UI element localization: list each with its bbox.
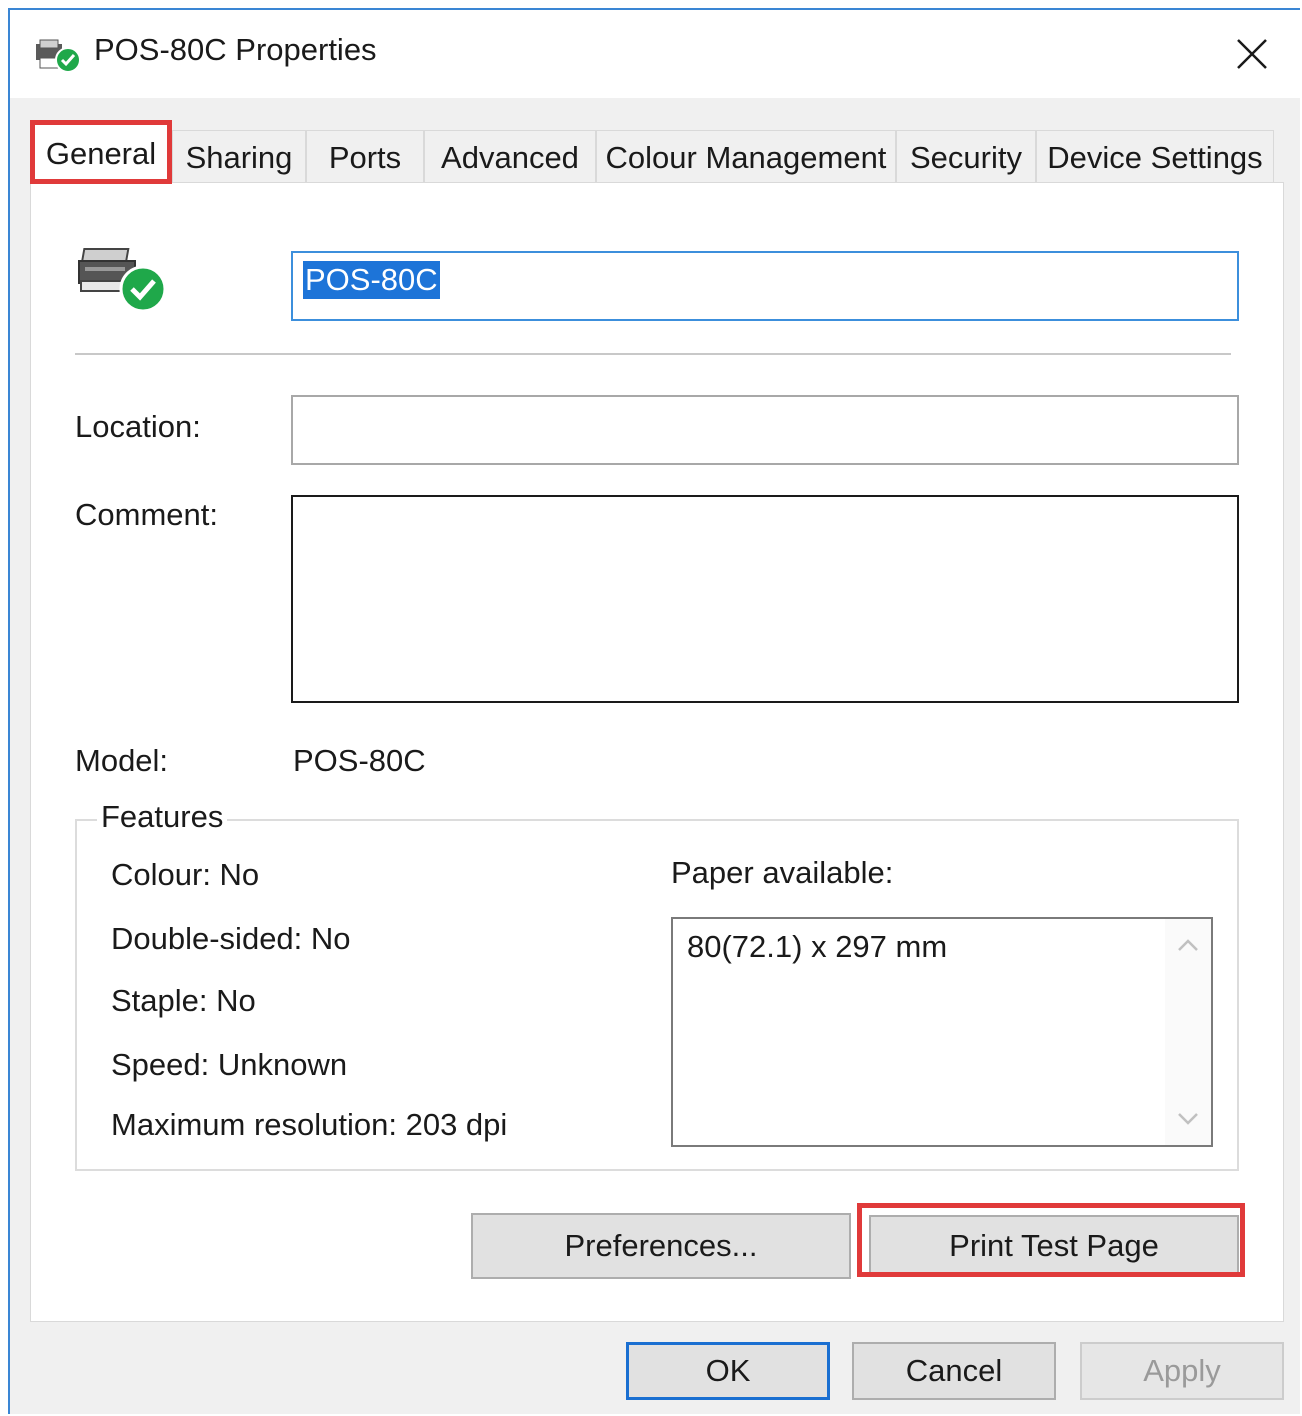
tab-device-settings[interactable]: Device Settings bbox=[1036, 130, 1274, 184]
chevron-up-icon bbox=[1178, 939, 1198, 951]
features-legend: Features bbox=[97, 799, 228, 835]
tab-colour-management[interactable]: Colour Management bbox=[596, 130, 896, 184]
cancel-button[interactable]: Cancel bbox=[852, 1342, 1056, 1400]
list-item[interactable]: 80(72.1) x 297 mm bbox=[687, 929, 947, 965]
location-input[interactable] bbox=[291, 395, 1239, 465]
close-button[interactable] bbox=[1222, 28, 1282, 80]
title-bar: POS-80C Properties bbox=[10, 10, 1300, 98]
preferences-button[interactable]: Preferences... bbox=[471, 1213, 851, 1279]
printer-name-value: POS-80C bbox=[303, 261, 440, 299]
divider bbox=[75, 353, 1231, 355]
location-label: Location: bbox=[75, 409, 201, 444]
general-panel: POS-80C Location: Comment: Model: POS-80… bbox=[30, 182, 1284, 1322]
close-icon bbox=[1237, 39, 1267, 69]
feature-double-sided: Double-sided: No bbox=[111, 921, 351, 956]
features-group: Features Colour: No Double-sided: No Sta… bbox=[75, 799, 1239, 1171]
scroll-up-button[interactable] bbox=[1165, 925, 1211, 965]
ok-button[interactable]: OK bbox=[626, 1342, 830, 1400]
printer-check-icon bbox=[36, 39, 81, 73]
print-test-page-button[interactable]: Print Test Page bbox=[869, 1215, 1239, 1277]
comment-label: Comment: bbox=[75, 497, 218, 532]
scrollbar[interactable] bbox=[1165, 919, 1211, 1145]
model-label: Model: bbox=[75, 743, 169, 778]
tab-ports[interactable]: Ports bbox=[306, 130, 424, 184]
feature-max-resolution: Maximum resolution: 203 dpi bbox=[111, 1107, 508, 1142]
model-value: POS-80C bbox=[293, 743, 426, 778]
tab-security[interactable]: Security bbox=[896, 130, 1036, 184]
tab-general[interactable]: General bbox=[30, 122, 172, 184]
tab-advanced[interactable]: Advanced bbox=[424, 130, 596, 184]
comment-input[interactable] bbox=[291, 495, 1239, 703]
paper-available-list[interactable]: 80(72.1) x 297 mm bbox=[671, 917, 1213, 1147]
printer-name-input[interactable]: POS-80C bbox=[291, 251, 1239, 321]
apply-button[interactable]: Apply bbox=[1080, 1342, 1284, 1400]
feature-colour: Colour: No bbox=[111, 857, 260, 892]
tab-sharing[interactable]: Sharing bbox=[172, 130, 306, 184]
feature-speed: Speed: Unknown bbox=[111, 1047, 348, 1082]
printer-properties-dialog: POS-80C Properties General Sharing Ports… bbox=[8, 8, 1300, 1414]
chevron-down-icon bbox=[1178, 1113, 1198, 1125]
scroll-down-button[interactable] bbox=[1165, 1099, 1211, 1139]
feature-staple: Staple: No bbox=[111, 983, 256, 1018]
printer-ready-icon bbox=[78, 248, 167, 313]
paper-available-label: Paper available: bbox=[671, 855, 894, 890]
window-title: POS-80C Properties bbox=[94, 32, 377, 67]
